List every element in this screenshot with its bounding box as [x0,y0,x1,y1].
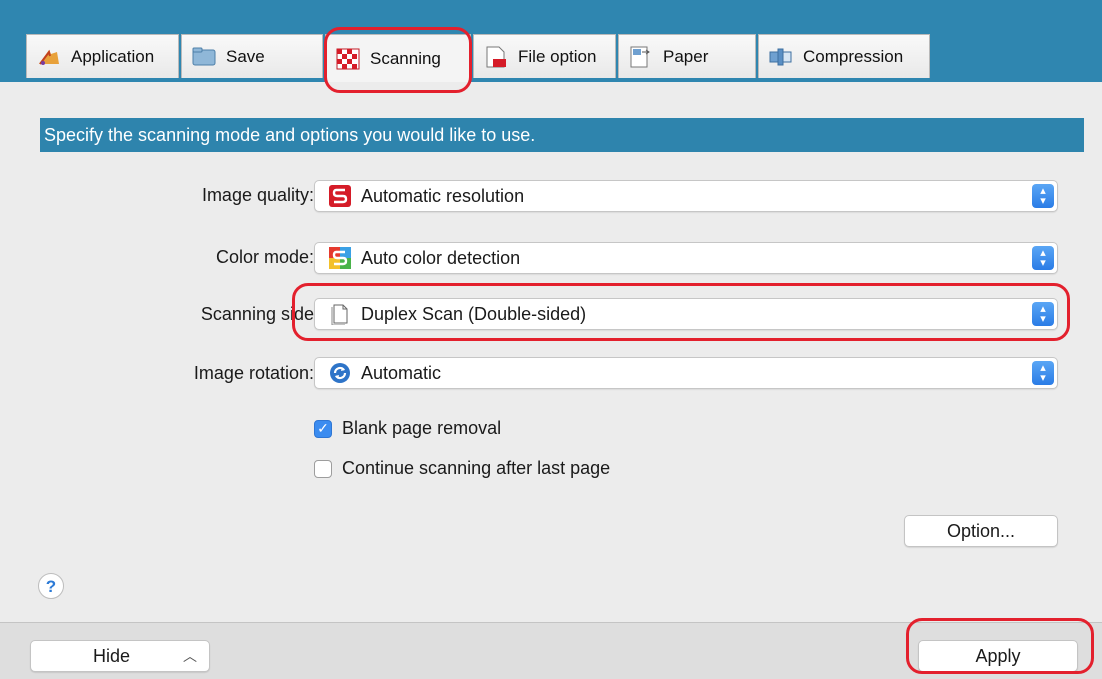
scanning-side-highlight [292,283,1070,341]
scanning-tab-highlight [324,27,472,93]
tab-label: File option [518,46,597,66]
stepper-icon: ▴ ▾ [1032,184,1054,208]
tab-label: Application [71,46,155,66]
tab-paper[interactable]: Paper [618,34,756,78]
rotation-icon [329,362,351,384]
image-rotation-value: Automatic [361,362,442,383]
continue-scanning-checkbox[interactable] [314,459,332,478]
hide-button[interactable]: Hide ︿ [30,640,210,672]
tab-save[interactable]: Save [181,34,323,78]
instruction-banner: Specify the scanning mode and options yo… [40,118,1084,152]
continue-scanning-option[interactable]: Continue scanning after last page [314,458,610,479]
tab-bar: Application Save Scanning File option Pa… [26,34,932,82]
image-quality-select[interactable]: Automatic resolution ▴ ▾ [314,180,1058,212]
scansnap-icon [329,185,351,207]
file-option-icon [484,46,508,68]
stepper-icon: ▴ ▾ [1032,361,1054,385]
color-mode-value: Auto color detection [361,247,521,268]
application-icon [37,46,61,68]
tab-label: Save [226,46,265,66]
tab-application[interactable]: Application [26,34,179,78]
help-button[interactable]: ? [38,573,64,599]
color-mode-icon [329,247,351,269]
image-rotation-label: Image rotation: [193,363,314,383]
chevron-up-icon: ︿ [183,648,197,664]
blank-page-removal-label: Blank page removal [342,418,502,438]
compression-icon [769,46,793,68]
color-mode-label: Color mode: [215,247,314,267]
continue-scanning-label: Continue scanning after last page [342,458,611,478]
image-rotation-select[interactable]: Automatic ▴ ▾ [314,357,1058,389]
folder-icon [192,46,216,68]
blank-page-removal-checkbox[interactable]: ✓ [314,419,332,438]
tab-label: Paper [663,46,709,66]
image-quality-label: Image quality: [201,185,314,205]
paper-icon [629,46,653,68]
color-mode-select[interactable]: Auto color detection ▴ ▾ [314,242,1058,274]
image-quality-value: Automatic resolution [361,185,525,206]
tab-label: Compression [803,46,904,66]
blank-page-removal-option[interactable]: ✓ Blank page removal [314,418,501,439]
apply-highlight [906,618,1094,674]
stepper-icon: ▴ ▾ [1032,246,1054,270]
tab-compression[interactable]: Compression [758,34,930,78]
option-button[interactable]: Option... [904,515,1058,547]
hide-label: Hide [93,646,131,666]
tab-file-option[interactable]: File option [473,34,616,78]
settings-panel: Specify the scanning mode and options yo… [26,82,1088,622]
